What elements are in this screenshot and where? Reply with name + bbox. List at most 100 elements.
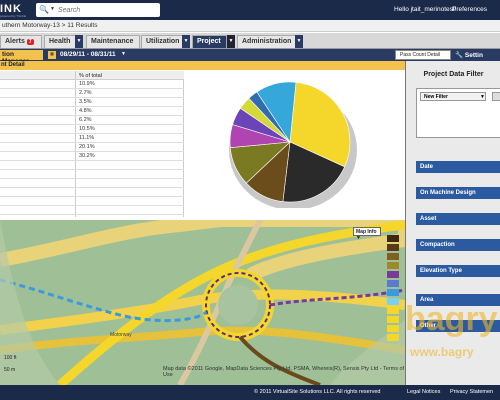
facet-elevation-type[interactable]: Elevation Type xyxy=(416,265,500,277)
percent-cell: 10.5% xyxy=(79,126,95,132)
section-title: nt Detail xyxy=(1,62,25,68)
pass-count-select[interactable]: Pass Count Detail xyxy=(395,50,451,60)
settings-label: Settin xyxy=(464,52,483,59)
alert-count-badge: 7 xyxy=(26,39,34,45)
scale-feet: 100 ft xyxy=(4,355,17,361)
legend-swatch xyxy=(387,244,399,251)
column-header-percent[interactable]: % of total xyxy=(79,73,102,79)
tab-project[interactable]: Project xyxy=(192,35,227,48)
percent-cell: 30.2% xyxy=(79,153,95,159)
tab-label: Maintenance xyxy=(91,38,134,45)
facet-on-machine-design[interactable]: On Machine Design xyxy=(416,187,500,199)
panel-title: Project Data Filter xyxy=(423,71,484,78)
new-filter-select[interactable]: New Filter ▼ xyxy=(420,92,486,101)
wrench-icon: 🔧 xyxy=(455,52,464,59)
table-row[interactable]: 10.5% xyxy=(0,125,184,134)
scale-meters: 50 m xyxy=(4,367,16,373)
table-row[interactable] xyxy=(0,179,184,188)
date-range[interactable]: 08/29/11 - 08/31/11 xyxy=(60,51,116,58)
table-row[interactable]: 6.2% xyxy=(0,116,184,125)
tab-bar: Alerts 7 Health ▼ Maintenance Utilization… xyxy=(0,33,500,49)
map-imagery xyxy=(0,220,405,385)
table-header: % of total xyxy=(0,71,184,80)
chevron-down-icon: ▼ xyxy=(480,94,485,100)
map-attribution: Map data ©2011 Google, MapData Sciences … xyxy=(163,366,405,378)
tab-maintenance[interactable]: Maintenance xyxy=(86,35,140,48)
section-header: nt Detail xyxy=(0,61,405,70)
logo-subtitle: powered by Trimble xyxy=(0,14,27,18)
preferences-link[interactable]: Preferences xyxy=(452,6,487,13)
legend-swatch xyxy=(387,325,399,332)
legend-swatch xyxy=(387,298,399,305)
pie-chart xyxy=(224,80,362,210)
tab-label: Alerts xyxy=(5,38,25,45)
legend-swatch xyxy=(387,280,399,287)
table-row[interactable]: 4.8% xyxy=(0,107,184,116)
percent-cell: 3.5% xyxy=(79,99,92,105)
legend-swatch xyxy=(387,316,399,323)
search-input[interactable] xyxy=(58,4,156,16)
chevron-down-icon[interactable]: ▼ xyxy=(295,35,303,48)
table-row[interactable]: 10.9% xyxy=(0,80,184,89)
percent-cell: 4.8% xyxy=(79,108,92,114)
chevron-down-icon: ▼ xyxy=(356,235,361,241)
settings-button[interactable]: 🔧 Settin xyxy=(455,51,483,59)
percent-cell: 11.1% xyxy=(79,135,95,141)
table-row[interactable] xyxy=(0,206,184,215)
percent-cell: 10.9% xyxy=(79,81,95,87)
watermark-url: www.bagry xyxy=(410,345,474,359)
tab-label: Health xyxy=(49,38,71,45)
add-filter-button[interactable] xyxy=(492,92,500,101)
chevron-down-icon[interactable]: ▼ xyxy=(227,35,235,48)
legend-swatch xyxy=(387,271,399,278)
toolbar: tion Manager ▦ 08/29/11 - 08/31/11 ▼ Pas… xyxy=(0,49,500,65)
site-map[interactable]: Map Info ▼ Motorway 100 ft 50 m Map data… xyxy=(0,220,405,385)
table-row[interactable] xyxy=(0,197,184,206)
road-label: Motorway xyxy=(110,332,132,338)
table-row[interactable]: 20.1% xyxy=(0,143,184,152)
table-row[interactable]: 30.2% xyxy=(0,152,184,161)
detail-table: % of total 10.9% 2.7% 3.5% 4.8% 6.2% 10.5% 11.… xyxy=(0,71,184,217)
search-box[interactable]: 🔍 ▼ xyxy=(36,3,160,17)
map-info-button[interactable]: Map Info ▼ xyxy=(353,227,381,241)
percent-cell: 20.1% xyxy=(79,144,95,150)
breadcrumb-bar: uthern Motorway-13 > 11 Results xyxy=(0,20,500,32)
legend-swatch xyxy=(387,262,399,269)
new-filter-label: New Filter xyxy=(424,94,448,100)
chevron-down-icon[interactable]: ▼ xyxy=(75,35,83,48)
tab-administration[interactable]: Administration xyxy=(237,35,303,48)
percent-cell: 2.7% xyxy=(79,90,92,96)
facet-asset[interactable]: Asset xyxy=(416,213,500,225)
table-row[interactable]: 11.1% xyxy=(0,134,184,143)
top-bar: INK powered by Trimble 🔍 ▼ Hello jtait_m… xyxy=(0,0,500,20)
user-greeting[interactable]: Hello jtait_merinotest! xyxy=(394,6,457,13)
tab-label: Utilization xyxy=(146,38,180,45)
percent-cell: 6.2% xyxy=(79,117,92,123)
table-row[interactable] xyxy=(0,170,184,179)
breadcrumb[interactable]: uthern Motorway-13 > 11 Results xyxy=(2,22,97,29)
table-row[interactable] xyxy=(0,188,184,197)
filter-box: New Filter ▼ xyxy=(416,88,500,138)
watermark-brand: bagry xyxy=(405,300,498,338)
table-row[interactable] xyxy=(0,161,184,170)
table-row[interactable]: 2.7% xyxy=(0,89,184,98)
legal-notices-link[interactable]: Legal Notices xyxy=(407,389,440,395)
privacy-link[interactable]: Privacy Statemen xyxy=(450,389,493,395)
chevron-down-icon[interactable]: ▼ xyxy=(121,51,126,57)
chevron-down-icon[interactable]: ▼ xyxy=(182,35,190,48)
copyright: © 2011 VirtualSite Solutions LLC. All ri… xyxy=(254,389,381,395)
search-icon[interactable]: 🔍 xyxy=(39,5,49,14)
calendar-icon[interactable]: ▦ xyxy=(48,51,56,59)
chevron-down-icon[interactable]: ▼ xyxy=(50,6,55,12)
legend-swatch xyxy=(387,253,399,260)
table-row[interactable]: 3.5% xyxy=(0,98,184,107)
pie-chart-svg xyxy=(229,81,357,210)
facet-compaction[interactable]: Compaction xyxy=(416,239,500,251)
facet-date[interactable]: Date xyxy=(416,161,500,173)
tab-label: Administration xyxy=(242,38,292,45)
legend-swatch xyxy=(387,307,399,314)
manager-tool-button[interactable]: tion Manager xyxy=(0,50,43,65)
tab-alerts[interactable]: Alerts 7 xyxy=(0,35,42,48)
tab-label: Project xyxy=(197,38,221,45)
legend-swatch xyxy=(387,334,399,341)
